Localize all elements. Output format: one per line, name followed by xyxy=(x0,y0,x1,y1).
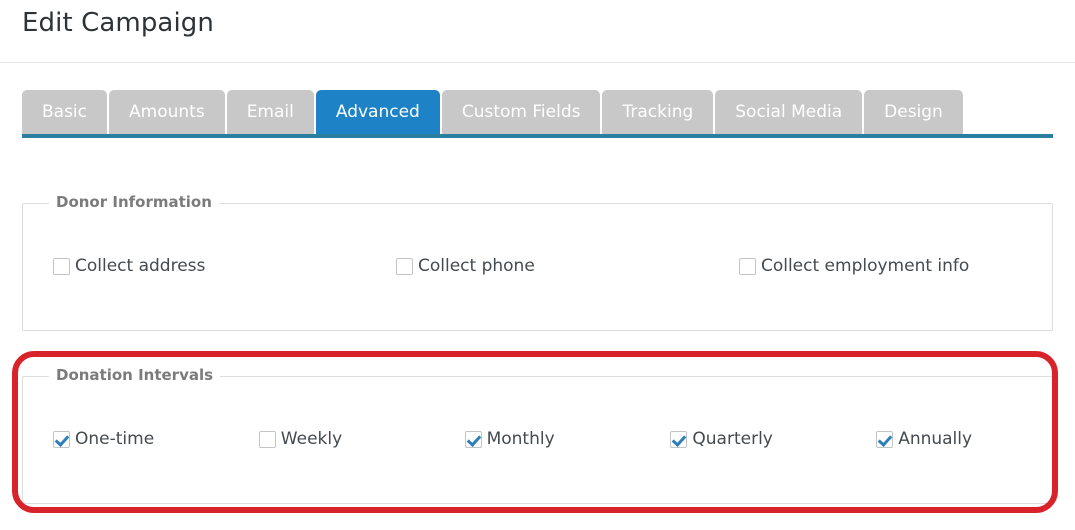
checkbox-label: Collect phone xyxy=(417,256,535,276)
empty-checkbox-icon[interactable] xyxy=(738,258,756,275)
checkmark-icon[interactable] xyxy=(53,431,70,448)
page-title: Edit Campaign xyxy=(22,8,214,38)
donation-intervals-checkbox-row: One-time Weekly Monthly Quarterly Annually xyxy=(23,431,1052,448)
checkbox-one-time[interactable]: One-time xyxy=(23,431,229,448)
checkbox-weekly[interactable]: Weekly xyxy=(229,431,435,448)
checkbox-label: Collect employment info xyxy=(760,256,970,276)
checkbox-label: Monthly xyxy=(486,429,555,449)
campaign-tabs: Basic Amounts Email Advanced Custom Fields Tr… xyxy=(22,90,1053,138)
checkmark-icon[interactable] xyxy=(464,431,482,448)
donor-information-legend: Donor Information xyxy=(49,193,219,211)
checkbox-label: One-time xyxy=(75,429,155,449)
checkbox-annually[interactable]: Annually xyxy=(846,431,1052,448)
tab-basic[interactable]: Basic xyxy=(22,90,108,134)
donor-information-section: Donor Information Collect address Collect… xyxy=(22,193,1053,331)
checkbox-label: Quarterly xyxy=(692,429,773,449)
page-header: Edit Campaign xyxy=(0,0,1075,63)
tab-tracking[interactable]: Tracking xyxy=(602,90,714,134)
tab-amounts[interactable]: Amounts xyxy=(109,90,225,134)
donation-intervals-legend: Donation Intervals xyxy=(49,366,221,384)
checkmark-icon[interactable] xyxy=(670,431,688,448)
tab-custom-fields[interactable]: Custom Fields xyxy=(441,90,601,134)
checkbox-label: Annually xyxy=(898,429,973,449)
empty-checkbox-icon[interactable] xyxy=(395,258,413,275)
checkbox-collect-phone[interactable]: Collect phone xyxy=(366,258,709,275)
checkbox-monthly[interactable]: Monthly xyxy=(435,431,641,448)
checkbox-label: Collect address xyxy=(75,256,206,276)
checkbox-collect-address[interactable]: Collect address xyxy=(23,258,366,275)
empty-checkbox-icon[interactable] xyxy=(53,258,70,275)
checkbox-quarterly[interactable]: Quarterly xyxy=(640,431,846,448)
donor-information-checkbox-row: Collect address Collect phone Collect empl… xyxy=(23,258,1052,275)
checkmark-icon[interactable] xyxy=(876,431,894,448)
tab-email[interactable]: Email xyxy=(226,90,314,134)
tab-design[interactable]: Design xyxy=(864,90,963,134)
tab-social-media[interactable]: Social Media xyxy=(715,90,863,134)
tab-advanced[interactable]: Advanced xyxy=(315,90,440,134)
donation-intervals-section: Donation Intervals One-time Weekly Monthly… xyxy=(22,366,1053,504)
empty-checkbox-icon[interactable] xyxy=(258,431,276,448)
checkbox-label: Weekly xyxy=(280,429,343,449)
checkbox-collect-employment-info[interactable]: Collect employment info xyxy=(709,258,1052,275)
